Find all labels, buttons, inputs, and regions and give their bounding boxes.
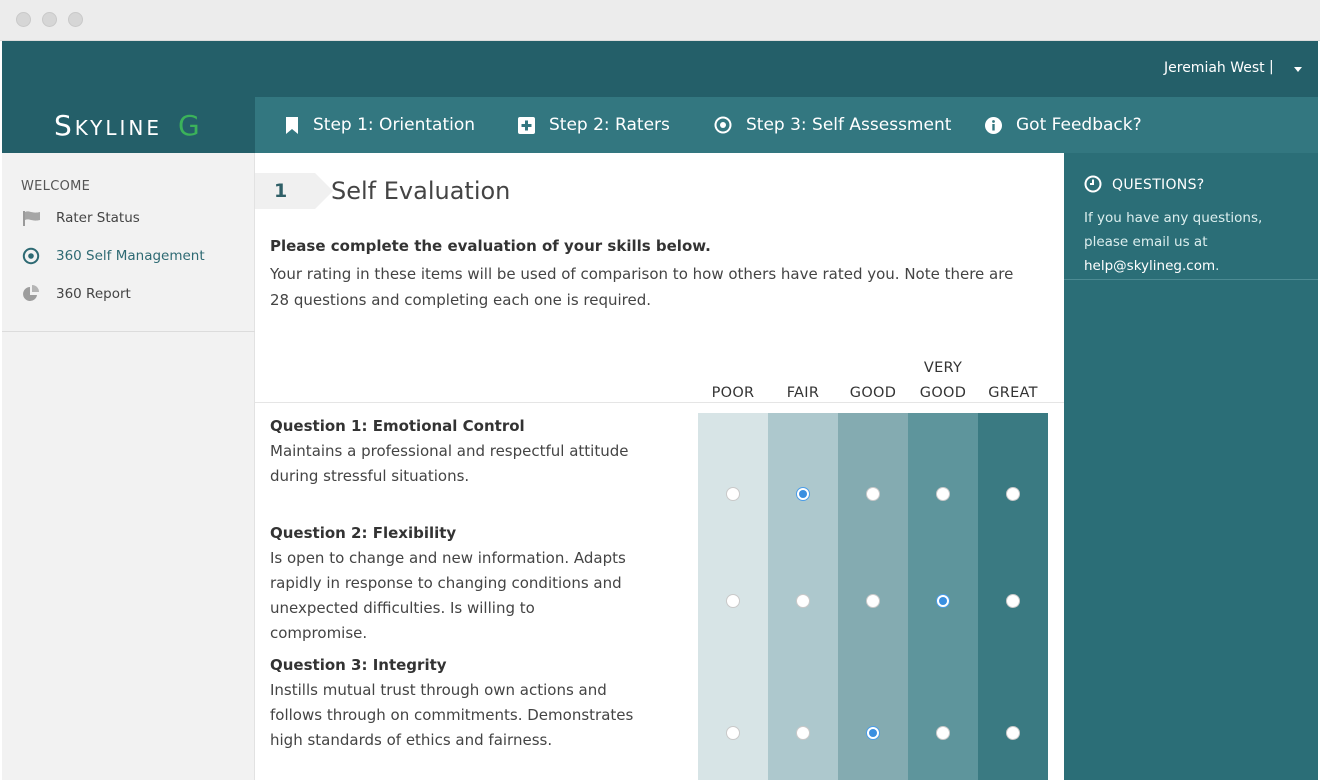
radio-q3-good[interactable] <box>866 726 880 740</box>
header-divider <box>255 402 1064 403</box>
info-icon <box>985 116 1002 134</box>
instructions-text: Your rating in these items will be used … <box>270 265 1014 309</box>
page-title: Self Evaluation <box>331 177 511 205</box>
radio-q3-poor[interactable] <box>726 726 740 740</box>
question-title: Question 2: Flexibility <box>270 524 457 542</box>
radio-q2-poor[interactable] <box>726 594 740 608</box>
radio-q1-fair[interactable] <box>796 487 810 501</box>
radio-q2-very-good[interactable] <box>936 594 950 608</box>
sidebar-item-label: Rater Status <box>56 210 140 226</box>
nav-label: Step 3: Self Assessment <box>746 115 952 135</box>
column-header-great: GREAT <box>988 385 1038 401</box>
questions-panel-period: . <box>1215 258 1220 274</box>
question-description: Maintains a professional and respectful … <box>270 442 629 485</box>
sidebar-item-rater-status[interactable]: Rater Status <box>21 208 140 228</box>
column-header-very-good: GOOD <box>919 385 967 401</box>
bookmark-icon <box>286 116 298 134</box>
instructions-heading: Please complete the evaluation of your s… <box>270 237 711 255</box>
column-header-fair: FAIR <box>786 385 820 401</box>
user-menu-caret-icon[interactable] <box>1294 67 1302 72</box>
sidebar-item-label: 360 Report <box>56 286 131 302</box>
nav-label: Step 1: Orientation <box>313 115 476 135</box>
step-number: 1 <box>274 180 288 202</box>
question-title: Question 1: Emotional Control <box>270 417 525 435</box>
app-window: Jeremiah West | Skyline G Step 1: Orient… <box>2 41 1318 780</box>
questions-panel-body: If you have any questions, please email … <box>1084 210 1263 250</box>
sidebar-item-360-report[interactable]: 360 Report <box>21 284 131 304</box>
radio-q1-poor[interactable] <box>726 487 740 501</box>
question-description: Is open to change and new information. A… <box>270 549 626 642</box>
sidebar-item-label: 360 Self Management <box>56 248 205 264</box>
plus-square-icon <box>518 116 535 134</box>
logo-text: Skyline <box>54 109 163 142</box>
question-item: Question 1: Emotional Control Maintains … <box>270 415 670 489</box>
column-header-very: VERY <box>923 360 963 376</box>
nav-label: Step 2: Raters <box>549 115 670 135</box>
radio-q2-good[interactable] <box>866 594 880 608</box>
questions-panel-divider <box>1064 279 1318 280</box>
radio-q1-good[interactable] <box>866 487 880 501</box>
question-title: Question 3: Integrity <box>270 656 447 674</box>
radio-q1-very-good[interactable] <box>936 487 950 501</box>
clock-icon <box>1084 175 1102 193</box>
question-description: Instills mutual trust through own action… <box>270 681 634 749</box>
user-name[interactable]: Jeremiah West <box>1164 60 1265 76</box>
sidebar-item-360-self-management[interactable]: 360 Self Management <box>21 246 205 266</box>
top-bar: Jeremiah West | <box>2 41 1318 97</box>
questions-panel-text: If you have any questions, please email … <box>1084 206 1304 278</box>
logo-mark: G <box>178 109 200 142</box>
radio-q1-great[interactable] <box>1006 487 1020 501</box>
radio-q2-fair[interactable] <box>796 594 810 608</box>
question-item: Question 3: Integrity Instills mutual tr… <box>270 654 670 753</box>
radio-q3-fair[interactable] <box>796 726 810 740</box>
column-header-poor: POOR <box>711 385 755 401</box>
window-close-button[interactable] <box>16 12 31 27</box>
logo-area: Skyline G <box>2 97 255 153</box>
question-item: Question 2: Flexibility Is open to chang… <box>270 522 670 646</box>
nav-step-orientation[interactable]: Step 1: Orientation <box>285 97 475 153</box>
nav-step-self-assessment[interactable]: Step 3: Self Assessment <box>714 97 951 153</box>
sidebar: WELCOME Rater Status 360 Self Management <box>2 153 255 780</box>
sidebar-heading: WELCOME <box>21 179 91 194</box>
radio-q2-great[interactable] <box>1006 594 1020 608</box>
nav-step-raters[interactable]: Step 2: Raters <box>518 97 670 153</box>
window-maximize-button[interactable] <box>68 12 83 27</box>
radio-q3-great[interactable] <box>1006 726 1020 740</box>
pie-chart-icon <box>21 284 41 304</box>
sidebar-divider <box>2 331 255 332</box>
questions-panel-title: QUESTIONS? <box>1112 177 1205 193</box>
user-separator: | <box>1269 59 1274 75</box>
window-titlebar <box>0 0 1320 41</box>
flag-icon <box>21 208 41 228</box>
questions-panel: QUESTIONS? If you have any questions, pl… <box>1064 153 1318 780</box>
window-minimize-button[interactable] <box>42 12 57 27</box>
target-icon <box>714 116 732 134</box>
radio-q3-very-good[interactable] <box>936 726 950 740</box>
step-navigation: Step 1: Orientation Step 2: Raters Step … <box>255 97 1318 153</box>
nav-got-feedback[interactable]: Got Feedback? <box>985 97 1142 153</box>
target-icon <box>21 246 41 266</box>
self-evaluation-panel: 1 Self Evaluation Please complete the ev… <box>255 153 1064 780</box>
column-header-good: GOOD <box>849 385 897 401</box>
support-email-link[interactable]: help@skylineg.com <box>1084 258 1215 274</box>
nav-label: Got Feedback? <box>1016 115 1142 135</box>
